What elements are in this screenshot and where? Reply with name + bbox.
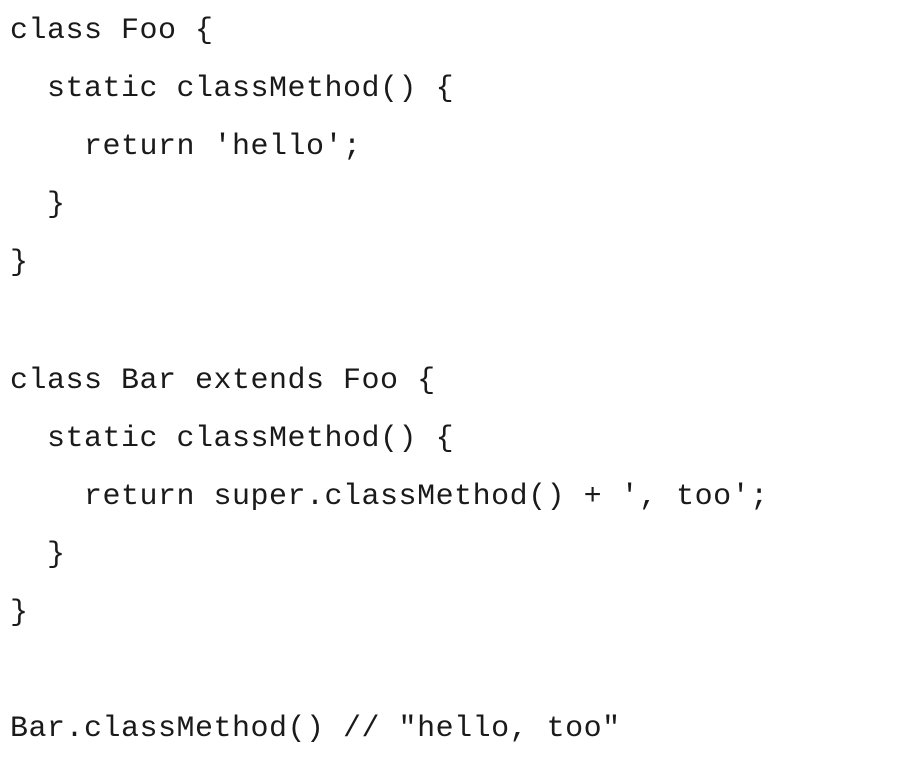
code-line: static classMethod() { (10, 422, 455, 456)
code-line: return 'hello'; (10, 130, 362, 164)
code-line: return super.classMethod() + ', too'; (10, 480, 769, 514)
code-line: Bar.classMethod() // "hello, too" (10, 712, 621, 746)
code-line: } (10, 596, 29, 630)
code-line: } (10, 188, 66, 222)
code-line: } (10, 246, 29, 280)
code-line: class Foo { (10, 14, 214, 48)
code-line: static classMethod() { (10, 72, 455, 106)
code-line: } (10, 538, 66, 572)
code-line: class Bar extends Foo { (10, 364, 436, 398)
